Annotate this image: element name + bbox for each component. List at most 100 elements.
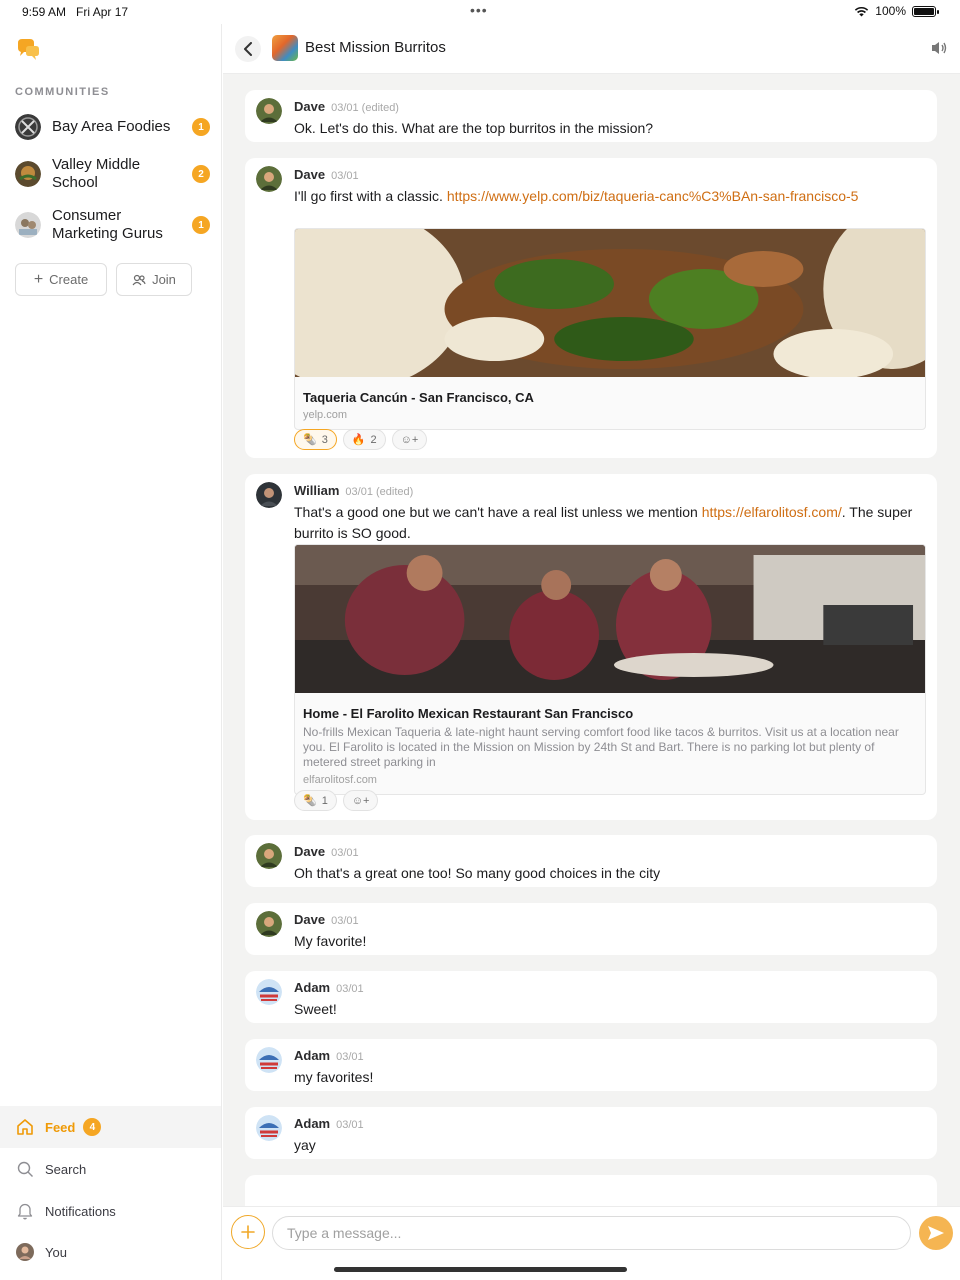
chat-panel: Best Mission Burritos Dave 03/01 (edited)… (223, 24, 960, 1280)
nav-search[interactable]: Search (0, 1148, 221, 1190)
author-name: Dave (294, 99, 326, 114)
preview-image-restaurant (295, 545, 925, 693)
link-preview-yelp[interactable]: Taqueria Cancún - San Francisco, CA yelp… (294, 228, 926, 430)
message-header: Dave 03/01 (294, 167, 359, 182)
add-emoji-icon: ☺+ (351, 794, 370, 807)
community-bay-area-foodies[interactable]: Bay Area Foodies 1 (15, 114, 210, 140)
send-button[interactable] (919, 1216, 953, 1250)
channel-image (272, 35, 298, 61)
channel-title: Best Mission Burritos (305, 39, 446, 56)
timestamp: 03/01 (edited) (345, 486, 414, 498)
chevron-left-icon (244, 42, 252, 56)
message-text: Oh that's a great one too! So many good … (294, 865, 661, 881)
avatar-adam (256, 979, 282, 1005)
sidebar: COMMUNITIES Bay Area Foodies 1 Valley Mi… (0, 24, 222, 1280)
message-card[interactable]: Adam 03/01 yay (245, 1107, 937, 1159)
reaction-burrito[interactable]: 🌯 3 (294, 429, 337, 450)
message-feed[interactable]: Dave 03/01 (edited) Ok. Let's do this. Wh… (223, 74, 960, 1206)
message-composer (223, 1206, 960, 1280)
message-header: Dave 03/01 (294, 912, 359, 927)
unread-badge: 1 (192, 118, 210, 136)
message-header: Adam 03/01 (294, 980, 364, 995)
attach-button[interactable] (231, 1215, 265, 1249)
battery-percent: 100% (875, 4, 906, 18)
create-community-button[interactable]: + Create (15, 263, 107, 296)
message-text: That's a good one but we can't have a re… (294, 504, 913, 541)
reactions-bar: 🌯 1 ☺+ (294, 790, 379, 811)
link-preview-elfarolito[interactable]: Home - El Farolito Mexican Restaurant Sa… (294, 544, 926, 795)
community-avatar (15, 161, 41, 187)
nav-label: Search (45, 1161, 87, 1177)
preview-title: Taqueria Cancún - San Francisco, CA (303, 390, 534, 405)
message-header: Adam 03/01 (294, 1116, 364, 1131)
avatar-dave (256, 98, 282, 124)
feed-badge: 4 (83, 1118, 102, 1136)
message-card[interactable] (245, 1175, 937, 1206)
status-bar: 9:59 AM Fri Apr 17 ••• 100% (0, 0, 960, 24)
author-name: Dave (294, 912, 326, 927)
unread-badge: 2 (192, 165, 210, 183)
preview-description: No-frills Mexican Taqueria & late-night … (303, 725, 899, 769)
people-icon (132, 274, 146, 285)
message-text: yay (294, 1137, 316, 1153)
avatar-dave (256, 166, 282, 192)
message-card[interactable]: Adam 03/01 my favorites! (245, 1039, 937, 1091)
community-name: Consumer Marketing Gurus (52, 207, 163, 242)
create-label: Create (49, 272, 89, 287)
message-card[interactable]: Dave 03/01 I'll go first with a classic. … (245, 158, 937, 458)
preview-image-taqueria (295, 229, 925, 389)
search-icon (15, 1159, 35, 1179)
fire-emoji-icon: 🔥 (351, 434, 366, 446)
back-button[interactable] (235, 36, 261, 62)
author-name: Adam (294, 980, 331, 995)
message-card[interactable]: Dave 03/01 My favorite! (245, 903, 937, 955)
community-valley-middle-school[interactable]: Valley Middle School 2 (15, 156, 210, 192)
author-name: Dave (294, 167, 326, 182)
burrito-emoji-icon: 🌯 (303, 795, 317, 807)
home-indicator[interactable] (334, 1267, 627, 1272)
join-community-button[interactable]: Join (116, 263, 192, 296)
message-card[interactable]: Dave 03/01 (edited) Ok. Let's do this. Wh… (245, 90, 937, 142)
reaction-count: 2 (370, 433, 377, 446)
author-name: Adam (294, 1048, 331, 1063)
community-consumer-marketing-gurus[interactable]: Consumer Marketing Gurus 1 (15, 207, 210, 243)
message-header: Adam 03/01 (294, 1048, 364, 1063)
user-avatar (15, 1242, 35, 1262)
message-text: Sweet! (294, 1001, 337, 1017)
home-icon (15, 1117, 35, 1137)
message-card[interactable]: William 03/01 (edited) That's a good one … (245, 474, 937, 820)
reaction-fire[interactable]: 🔥 2 (342, 429, 386, 450)
message-link[interactable]: https://elfarolitosf.com/ (702, 504, 842, 520)
preview-domain: yelp.com (303, 409, 348, 421)
status-time: 9:59 AM Fri Apr 17 (22, 5, 129, 19)
status-right: 100% (854, 4, 939, 18)
message-header: Dave 03/01 (294, 844, 359, 859)
nav-feed[interactable]: Feed 4 (0, 1106, 221, 1148)
message-text: Ok. Let's do this. What are the top burr… (294, 120, 654, 136)
reactions-bar: 🌯 3 🔥 2 ☺+ (294, 429, 428, 450)
timestamp: 03/01 (edited) (331, 102, 399, 114)
nav-notifications[interactable]: Notifications (0, 1190, 221, 1232)
avatar-adam (256, 1115, 282, 1141)
timestamp: 03/01 (331, 847, 359, 859)
wifi-icon (855, 6, 869, 16)
message-card[interactable]: Adam 03/01 Sweet! (245, 971, 937, 1023)
speaker-icon[interactable] (930, 40, 948, 56)
reaction-count: 1 (321, 794, 328, 807)
app-logo-icon[interactable] (15, 37, 41, 63)
nav-you[interactable]: You (0, 1231, 221, 1273)
message-input[interactable] (272, 1216, 911, 1250)
add-reaction-button[interactable]: ☺+ (342, 790, 379, 811)
multitasking-dots-icon[interactable]: ••• (470, 2, 488, 18)
reaction-count: 3 (321, 433, 328, 446)
message-header: Dave 03/01 (edited) (294, 99, 399, 114)
add-reaction-button[interactable]: ☺+ (391, 429, 428, 450)
message-card[interactable]: Dave 03/01 Oh that's a great one too! So … (245, 835, 937, 887)
nav-label: Feed (45, 1119, 76, 1135)
timestamp: 03/01 (336, 1119, 364, 1131)
message-link[interactable]: https://www.yelp.com/biz/taqueria-canc%C… (447, 188, 859, 204)
community-name: Valley Middle School (52, 156, 141, 191)
nav-label: Notifications (45, 1203, 116, 1219)
nav-label: You (45, 1244, 67, 1260)
reaction-burrito[interactable]: 🌯 1 (294, 790, 337, 811)
